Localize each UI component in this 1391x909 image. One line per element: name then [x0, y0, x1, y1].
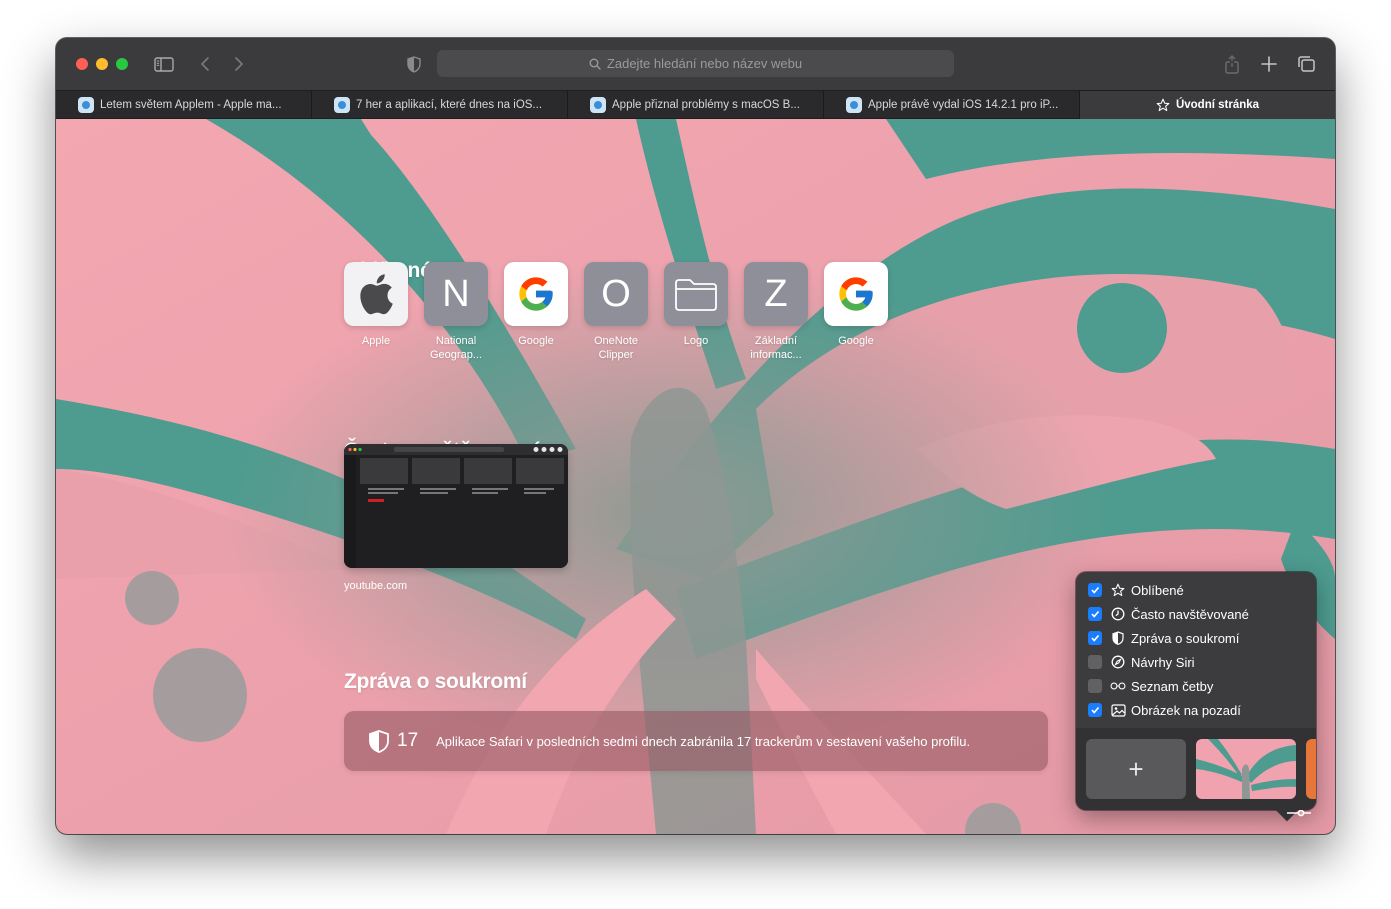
checkbox-checked[interactable]: [1088, 631, 1102, 645]
site-favicon-icon: [334, 97, 350, 113]
customize-popover: Oblíbené Často navštěvované Zpráva o sou…: [1076, 572, 1316, 810]
checkbox-checked[interactable]: [1088, 583, 1102, 597]
frequent-site-label: youtube.com: [344, 580, 407, 592]
search-icon: [589, 58, 601, 70]
letter-tile-icon: N: [424, 262, 488, 326]
option-label: Návrhy Siri: [1131, 654, 1195, 670]
background-thumbnail-orange[interactable]: [1306, 739, 1316, 799]
privacy-shield-icon[interactable]: [401, 52, 427, 76]
favorite-label: Google: [518, 335, 554, 347]
option-label: Seznam četby: [1131, 678, 1214, 694]
option-label: Oblíbené: [1131, 582, 1184, 598]
safari-window: Zadejte hledání nebo název webu Letem sv…: [56, 38, 1335, 834]
tab-title: Apple přiznal problémy s macOS B...: [612, 99, 800, 111]
favorite-apple[interactable]: Apple: [344, 262, 408, 348]
favorite-onenote-clipper[interactable]: O OneNote Clipper: [584, 262, 648, 362]
tracker-count: 17: [397, 730, 419, 751]
back-icon[interactable]: [192, 52, 218, 76]
tab-title: Letem světem Applem - Apple ma...: [100, 99, 282, 111]
image-icon: [1110, 702, 1126, 718]
star-icon: [1110, 582, 1126, 598]
option-label: Zpráva o soukromí: [1131, 630, 1240, 646]
apple-logo-icon: [344, 262, 408, 326]
site-favicon-icon: [78, 97, 94, 113]
close-window-button[interactable]: [76, 58, 88, 70]
checkbox-checked[interactable]: [1088, 607, 1102, 621]
share-icon[interactable]: [1219, 52, 1245, 76]
favorite-label: Logo: [683, 335, 709, 347]
privacy-report-card[interactable]: 17 Aplikace Safari v posledních sedmi dn…: [344, 711, 1048, 771]
option-frequent[interactable]: Často navštěvované: [1088, 604, 1249, 624]
tab-overview-icon[interactable]: [1293, 52, 1319, 76]
star-icon: [1156, 98, 1170, 112]
favorite-label: Google: [838, 335, 874, 347]
new-tab-icon[interactable]: [1256, 52, 1282, 76]
letter-tile-icon: O: [584, 262, 648, 326]
toolbar: Zadejte hledání nebo název webu: [56, 38, 1335, 90]
letter-tile-icon: Z: [744, 262, 808, 326]
option-reading-list[interactable]: Seznam četby: [1088, 676, 1213, 696]
favorite-label: Apple: [361, 335, 391, 347]
tab-0[interactable]: Letem světem Applem - Apple ma...: [56, 91, 312, 119]
frequent-site-thumbnail[interactable]: [344, 444, 568, 568]
google-logo-icon: [824, 262, 888, 326]
start-page: Oblíbené Apple N National Geograp... Goo…: [56, 119, 1335, 834]
compass-icon: [1110, 654, 1126, 670]
tab-1[interactable]: 7 her a aplikací, které dnes na iOS...: [312, 91, 568, 119]
option-privacy[interactable]: Zpráva o soukromí: [1088, 628, 1239, 648]
background-picker: +: [1076, 728, 1316, 810]
background-thumbnail-butterfly[interactable]: [1196, 739, 1296, 799]
folder-icon: [664, 262, 728, 326]
privacy-summary: Aplikace Safari v posledních sedmi dnech…: [436, 733, 971, 749]
tab-3[interactable]: Apple právě vydal iOS 14.2.1 pro iP...: [824, 91, 1080, 119]
tab-2[interactable]: Apple přiznal problémy s macOS B...: [568, 91, 824, 119]
address-placeholder: Zadejte hledání nebo název webu: [606, 56, 803, 71]
tab-title: 7 her a aplikací, které dnes na iOS...: [356, 99, 543, 111]
checkbox-unchecked[interactable]: [1088, 655, 1102, 669]
address-bar[interactable]: Zadejte hledání nebo název webu: [437, 50, 954, 77]
google-logo-icon: [504, 262, 568, 326]
site-favicon-icon: [846, 97, 862, 113]
favorite-label: Základní informac...: [750, 335, 802, 361]
option-label: Často navštěvované: [1131, 606, 1249, 622]
option-siri-suggestions[interactable]: Návrhy Siri: [1088, 652, 1195, 672]
favorite-label: OneNote Clipper: [593, 335, 639, 361]
site-favicon-icon: [590, 97, 606, 113]
privacy-title: Zpráva o soukromí: [344, 670, 527, 693]
clock-icon: [1110, 606, 1126, 622]
favorite-google-2[interactable]: Google: [824, 262, 888, 348]
favorite-logo-folder[interactable]: Logo: [664, 262, 728, 348]
forward-icon[interactable]: [226, 52, 252, 76]
option-favorites[interactable]: Oblíbené: [1088, 580, 1184, 600]
favorite-national-geographic[interactable]: N National Geograp...: [424, 262, 488, 362]
tab-bar: Letem světem Applem - Apple ma... 7 her …: [56, 90, 1335, 119]
youtube-preview-image: [344, 444, 568, 568]
checkbox-unchecked[interactable]: [1088, 679, 1102, 693]
checkbox-checked[interactable]: [1088, 703, 1102, 717]
add-background-button[interactable]: +: [1086, 739, 1186, 799]
glasses-icon: [1110, 678, 1126, 694]
shield-icon: [1110, 630, 1126, 646]
minimize-window-button[interactable]: [96, 58, 108, 70]
favorite-zakladni-informace[interactable]: Z Základní informac...: [744, 262, 808, 362]
option-label: Obrázek na pozadí: [1131, 702, 1241, 718]
shield-icon: [369, 729, 389, 753]
favorite-google[interactable]: Google: [504, 262, 568, 348]
favorite-label: National Geograp...: [430, 335, 482, 361]
sidebar-icon[interactable]: [151, 52, 177, 76]
tab-title: Apple právě vydal iOS 14.2.1 pro iP...: [868, 99, 1059, 111]
zoom-window-button[interactable]: [116, 58, 128, 70]
tab-title: Úvodní stránka: [1175, 99, 1260, 111]
option-background-image[interactable]: Obrázek na pozadí: [1088, 700, 1241, 720]
tab-start-page[interactable]: Úvodní stránka: [1080, 91, 1335, 119]
